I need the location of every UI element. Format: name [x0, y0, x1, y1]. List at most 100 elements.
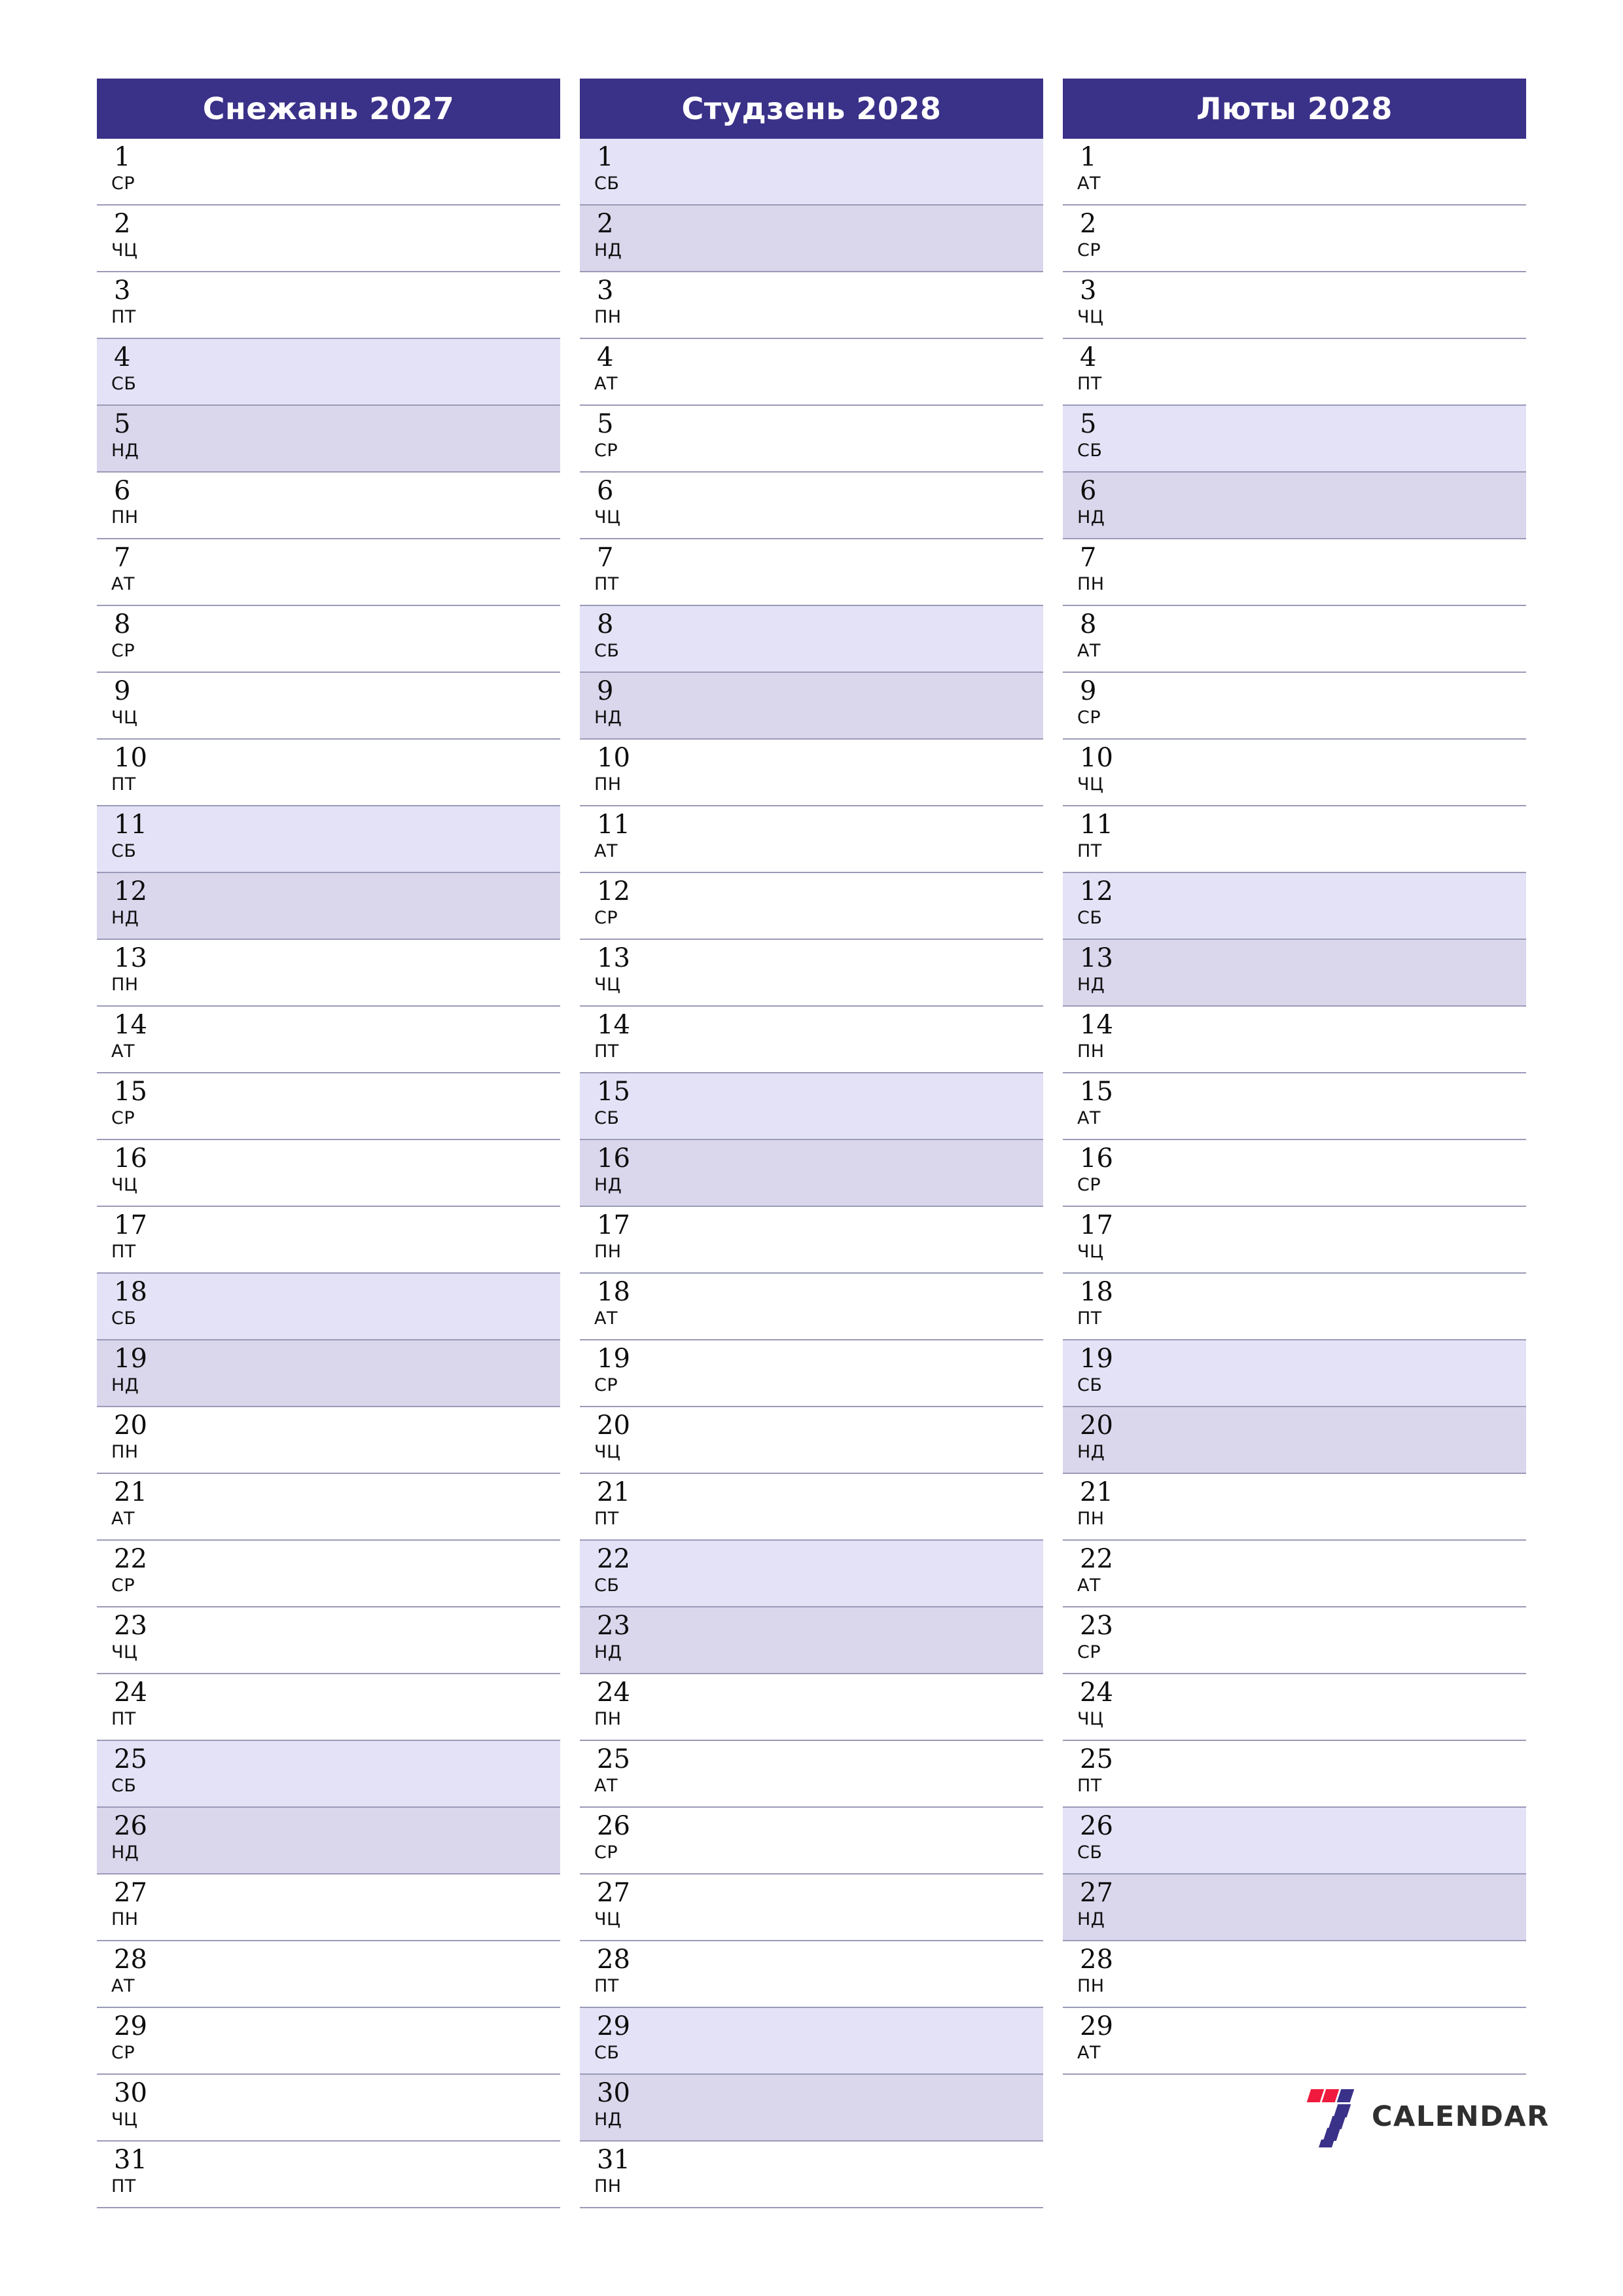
day-row[interactable]: 12 СР — [580, 873, 1043, 940]
day-row[interactable]: 14 ПТ — [580, 1007, 1043, 1073]
day-row[interactable]: 24 ЧЦ — [1063, 1674, 1526, 1741]
day-row[interactable]: 5 СБ — [1063, 406, 1526, 473]
day-row[interactable]: 4 СБ — [97, 339, 560, 406]
day-weekday-label: ПН — [111, 507, 139, 528]
day-row[interactable]: 10 ПТ — [97, 740, 560, 806]
day-row[interactable]: 30 НД — [580, 2075, 1043, 2142]
day-weekday-label: НД — [1077, 1442, 1105, 1462]
day-row[interactable]: 13 НД — [1063, 940, 1526, 1007]
day-row[interactable]: 6 НД — [1063, 473, 1526, 539]
day-row[interactable]: 23 ЧЦ — [97, 1607, 560, 1674]
day-weekday-label: НД — [111, 1375, 139, 1395]
day-row[interactable]: 3 ПН — [580, 272, 1043, 339]
day-row[interactable]: 27 НД — [1063, 1874, 1526, 1941]
day-row[interactable]: 11 СБ — [97, 806, 560, 873]
day-row[interactable]: 3 ПТ — [97, 272, 560, 339]
day-row[interactable]: 13 ПН — [97, 940, 560, 1007]
day-row[interactable]: 6 ПН — [97, 473, 560, 539]
day-row[interactable]: 19 НД — [97, 1340, 560, 1407]
day-row[interactable]: 19 СР — [580, 1340, 1043, 1407]
day-row[interactable]: 2 СР — [1063, 206, 1526, 272]
day-number: 6 — [1080, 476, 1097, 506]
day-row[interactable]: 25 ПТ — [1063, 1741, 1526, 1808]
month-header: Люты 2028 — [1063, 79, 1526, 139]
day-row[interactable]: 9 ЧЦ — [97, 673, 560, 740]
day-row[interactable]: 22 СБ — [580, 1541, 1043, 1607]
day-row[interactable]: 25 АТ — [580, 1741, 1043, 1808]
day-row[interactable]: 10 ПН — [580, 740, 1043, 806]
day-row[interactable]: 22 СР — [97, 1541, 560, 1607]
day-number: 26 — [1080, 1811, 1113, 1841]
day-row[interactable]: 4 ПТ — [1063, 339, 1526, 406]
day-row[interactable]: 19 СБ — [1063, 1340, 1526, 1407]
day-row[interactable]: 29 СБ — [580, 2008, 1043, 2075]
day-row[interactable]: 23 НД — [580, 1607, 1043, 1674]
day-row[interactable]: 31 ПН — [580, 2142, 1043, 2208]
day-row[interactable]: 17 ПТ — [97, 1207, 560, 1274]
day-row[interactable]: 3 ЧЦ — [1063, 272, 1526, 339]
day-row[interactable]: 20 ЧЦ — [580, 1407, 1043, 1474]
day-row[interactable]: 21 ПН — [1063, 1474, 1526, 1541]
day-row[interactable]: 20 НД — [1063, 1407, 1526, 1474]
day-row[interactable]: 28 ПТ — [580, 1941, 1043, 2008]
day-row[interactable]: 8 АТ — [1063, 606, 1526, 673]
day-row[interactable]: 15 СР — [97, 1073, 560, 1140]
day-row[interactable]: 12 СБ — [1063, 873, 1526, 940]
day-row[interactable]: 21 АТ — [97, 1474, 560, 1541]
day-row[interactable]: 9 НД — [580, 673, 1043, 740]
day-row[interactable]: 30 ЧЦ — [97, 2075, 560, 2142]
day-row[interactable]: 1 СБ — [580, 139, 1043, 206]
day-row[interactable]: 1 АТ — [1063, 139, 1526, 206]
day-row[interactable]: 12 НД — [97, 873, 560, 940]
day-row[interactable]: 26 СР — [580, 1808, 1043, 1874]
day-row[interactable]: 16 СР — [1063, 1140, 1526, 1207]
day-row[interactable]: 18 ПТ — [1063, 1274, 1526, 1340]
day-row[interactable]: 27 ПН — [97, 1874, 560, 1941]
day-row[interactable]: 17 ПН — [580, 1207, 1043, 1274]
day-row[interactable]: 9 СР — [1063, 673, 1526, 740]
day-row[interactable]: 23 СР — [1063, 1607, 1526, 1674]
day-row[interactable]: 29 АТ — [1063, 2008, 1526, 2075]
day-row[interactable]: 5 СР — [580, 406, 1043, 473]
day-row[interactable]: 4 АТ — [580, 339, 1043, 406]
day-row[interactable]: 10 ЧЦ — [1063, 740, 1526, 806]
day-row[interactable]: 27 ЧЦ — [580, 1874, 1043, 1941]
day-row[interactable]: 2 НД — [580, 206, 1043, 272]
day-weekday-label: ПН — [1077, 574, 1105, 594]
day-row[interactable]: 1 СР — [97, 139, 560, 206]
day-row[interactable]: 28 ПН — [1063, 1941, 1526, 2008]
day-row[interactable]: 8 СБ — [580, 606, 1043, 673]
day-row[interactable]: 11 ПТ — [1063, 806, 1526, 873]
day-row[interactable]: 15 АТ — [1063, 1073, 1526, 1140]
day-row[interactable]: 2 ЧЦ — [97, 206, 560, 272]
day-row[interactable]: 29 СР — [97, 2008, 560, 2075]
day-row[interactable]: 15 СБ — [580, 1073, 1043, 1140]
day-row[interactable]: 20 ПН — [97, 1407, 560, 1474]
day-row[interactable]: 6 ЧЦ — [580, 473, 1043, 539]
day-row[interactable]: 11 АТ — [580, 806, 1043, 873]
day-row[interactable]: 16 ЧЦ — [97, 1140, 560, 1207]
day-row[interactable]: 22 АТ — [1063, 1541, 1526, 1607]
day-number: 5 — [597, 409, 614, 439]
day-row[interactable]: 24 ПТ — [97, 1674, 560, 1741]
day-row[interactable]: 18 АТ — [580, 1274, 1043, 1340]
day-row[interactable]: 17 ЧЦ — [1063, 1207, 1526, 1274]
day-row[interactable]: 21 ПТ — [580, 1474, 1043, 1541]
day-row[interactable]: 28 АТ — [97, 1941, 560, 2008]
day-row[interactable]: 7 АТ — [97, 539, 560, 606]
day-row[interactable]: 14 ПН — [1063, 1007, 1526, 1073]
day-row[interactable]: 14 АТ — [97, 1007, 560, 1073]
day-row[interactable]: 16 НД — [580, 1140, 1043, 1207]
day-row[interactable]: 26 СБ — [1063, 1808, 1526, 1874]
day-row[interactable]: 25 СБ — [97, 1741, 560, 1808]
day-row[interactable]: 7 ПН — [1063, 539, 1526, 606]
day-list: 1 СР 2 ЧЦ 3 ПТ 4 СБ 5 НД 6 ПН 7 АТ 8 СР 9 ЧЦ 10 ПТ 11 СБ 12 НД 1… — [97, 139, 560, 2208]
day-row[interactable]: 24 ПН — [580, 1674, 1043, 1741]
day-row[interactable]: 5 НД — [97, 406, 560, 473]
day-row[interactable]: 18 СБ — [97, 1274, 560, 1340]
day-row[interactable]: 7 ПТ — [580, 539, 1043, 606]
day-row[interactable]: 26 НД — [97, 1808, 560, 1874]
day-row[interactable]: 13 ЧЦ — [580, 940, 1043, 1007]
day-row[interactable]: 31 ПТ — [97, 2142, 560, 2208]
day-row[interactable]: 8 СР — [97, 606, 560, 673]
